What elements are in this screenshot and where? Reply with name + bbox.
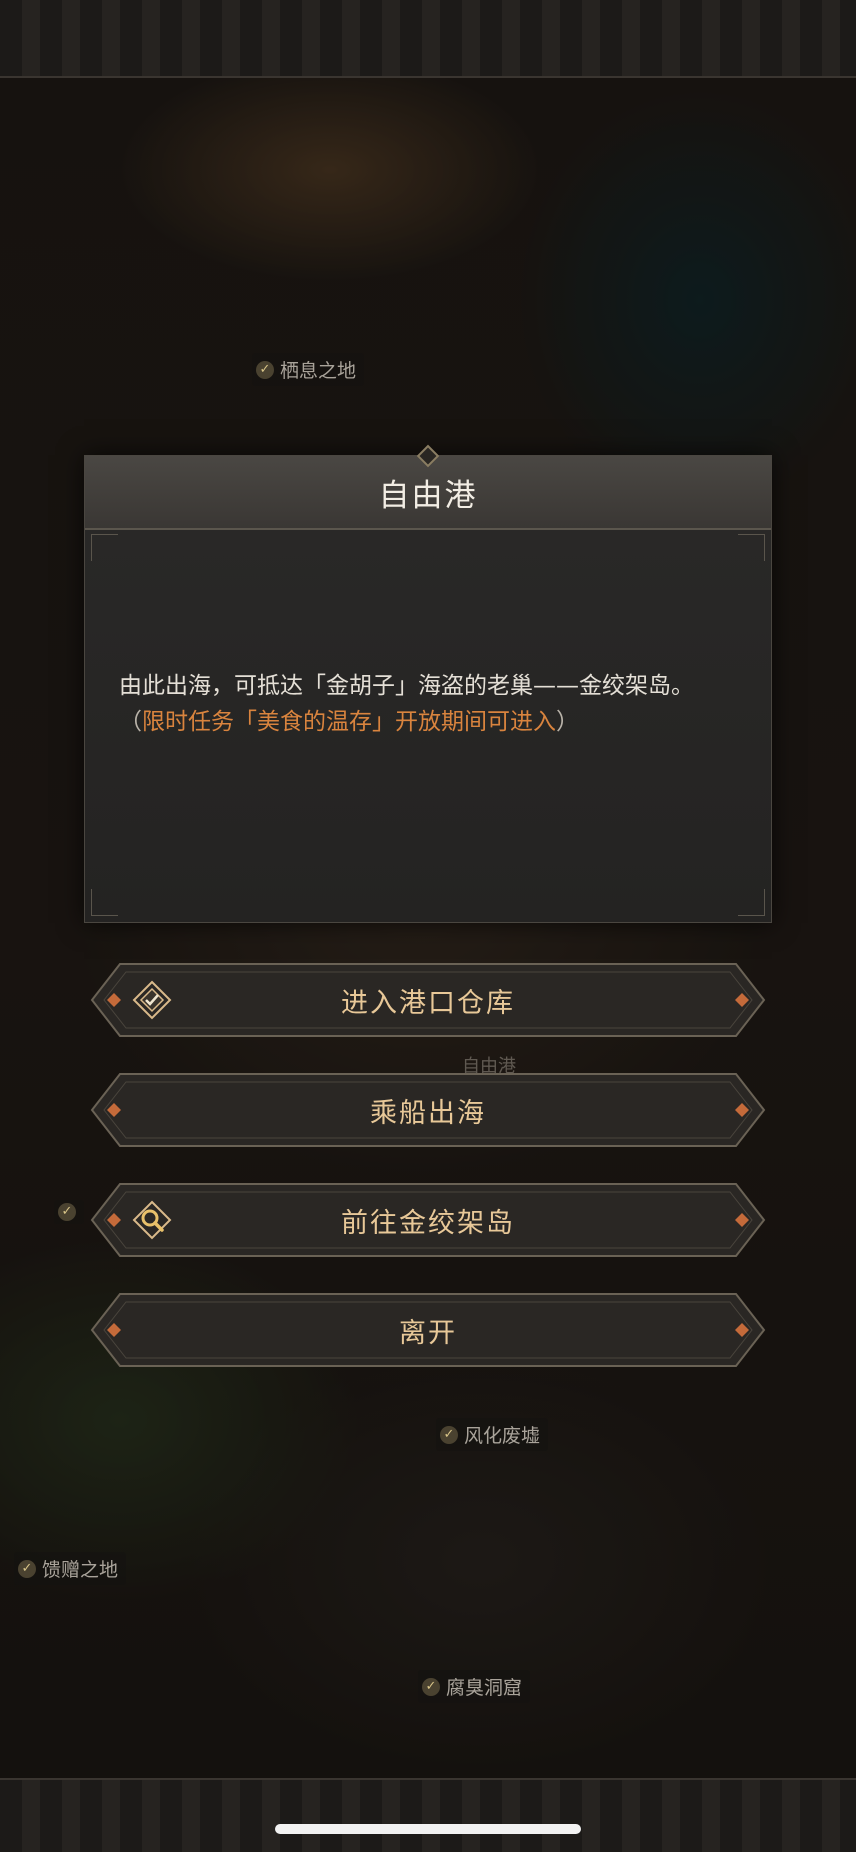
button-label: 离开 bbox=[399, 1317, 457, 1349]
map-location-label: 腐臭洞窟 bbox=[446, 1677, 523, 1699]
button-label: 进入港口仓库 bbox=[341, 987, 515, 1019]
description-text: 由此出海，可抵达「金胡子」海盗的老巢——金绞架岛。 bbox=[119, 673, 694, 699]
map-location-label: 栖息之地 bbox=[280, 360, 357, 382]
corner-ornament bbox=[738, 534, 765, 561]
check-icon: ✓ bbox=[440, 1425, 458, 1444]
checkmark-diamond-icon bbox=[132, 980, 172, 1020]
button-label: 乘船出海 bbox=[370, 1097, 486, 1129]
leave-button[interactable]: 离开 bbox=[90, 1292, 766, 1368]
home-indicator[interactable] bbox=[275, 1824, 581, 1834]
check-icon: ✓ bbox=[18, 1559, 36, 1578]
enter-port-warehouse-button[interactable]: 进入港口仓库 bbox=[90, 962, 766, 1038]
bottom-frame-border bbox=[0, 1778, 856, 1852]
map-location-label: 馈赠之地 bbox=[42, 1559, 119, 1581]
check-icon: ✓ bbox=[256, 360, 274, 379]
world-map-background bbox=[0, 0, 856, 1852]
map-location-label: 风化废墟 bbox=[464, 1425, 541, 1447]
map-location-hidden[interactable]: ✓ bbox=[54, 1200, 84, 1224]
dialog-title: 自由港 bbox=[378, 477, 478, 514]
button-label: 前往金绞架岛 bbox=[341, 1207, 515, 1239]
location-dialog: 自由港 由此出海，可抵达「金胡子」海盗的老巢——金绞架岛。 （限时任务「美食的温… bbox=[84, 455, 772, 923]
map-location-gift-land[interactable]: ✓ 馈赠之地 bbox=[14, 1552, 127, 1585]
check-icon: ✓ bbox=[58, 1203, 76, 1221]
map-location-foul-cave[interactable]: ✓ 腐臭洞窟 bbox=[418, 1670, 531, 1703]
set-sail-button[interactable]: 乘船出海 bbox=[90, 1072, 766, 1148]
dialog-description: 由此出海，可抵达「金胡子」海盗的老巢——金绞架岛。 （限时任务「美食的温存」开放… bbox=[119, 668, 739, 740]
go-to-golden-gallows-island-button[interactable]: 前往金绞架岛 bbox=[90, 1182, 766, 1258]
top-frame-border bbox=[0, 0, 856, 78]
check-icon: ✓ bbox=[422, 1677, 440, 1696]
map-location-rest-place[interactable]: ✓ 栖息之地 bbox=[252, 353, 365, 386]
magnifier-icon bbox=[132, 1200, 172, 1240]
map-location-weathered-ruins[interactable]: ✓ 风化废墟 bbox=[436, 1418, 549, 1451]
corner-ornament bbox=[91, 534, 118, 561]
corner-ornament bbox=[738, 889, 765, 916]
corner-ornament bbox=[91, 889, 118, 916]
availability-note: （限时任务「美食的温存」开放期间可进入） bbox=[119, 709, 579, 735]
